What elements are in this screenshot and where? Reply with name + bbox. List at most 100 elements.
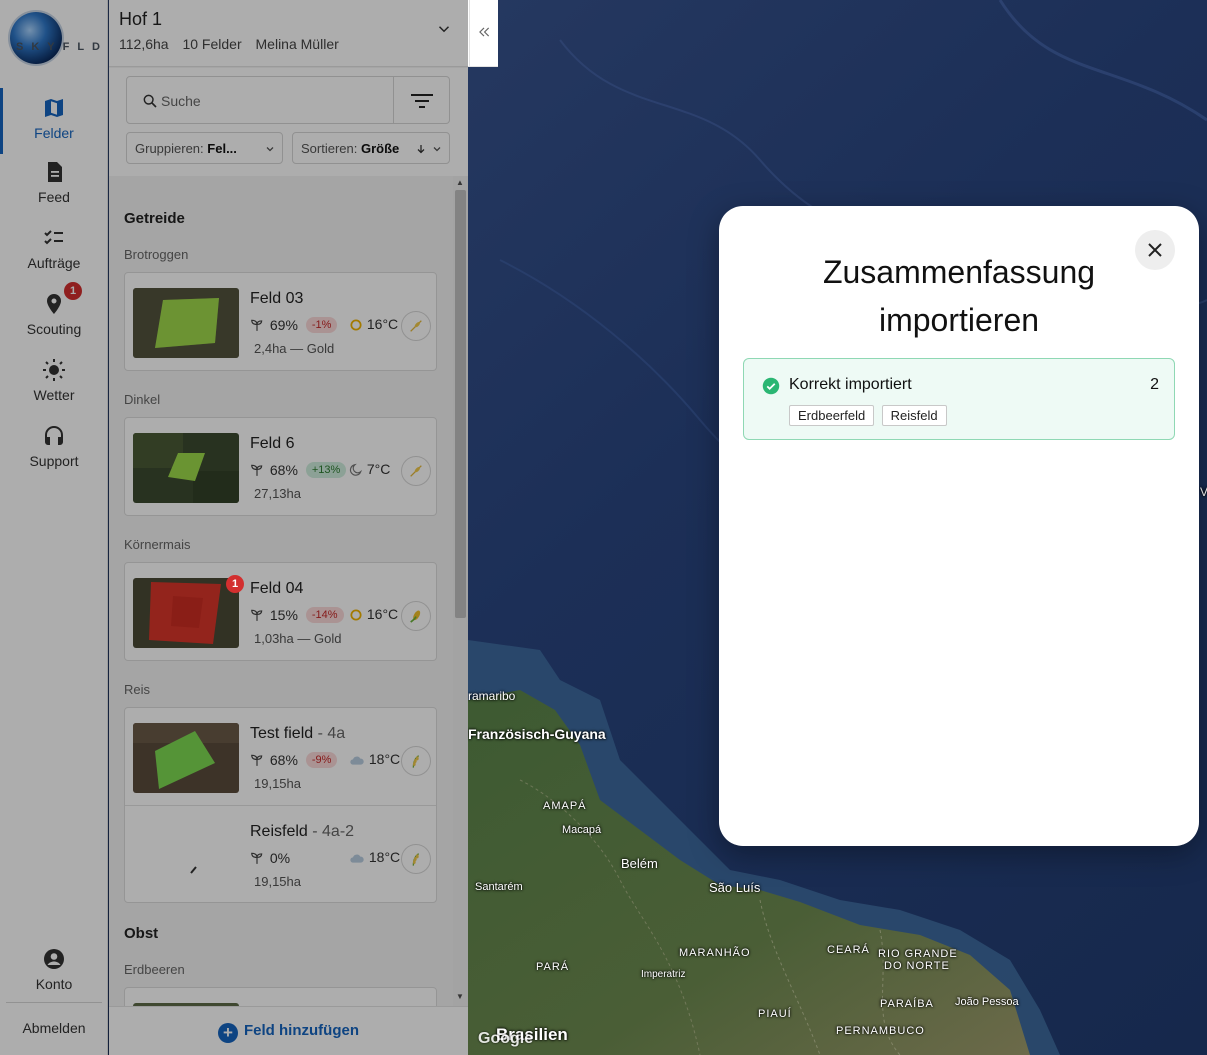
farm-field-count: 10 Felder — [182, 36, 242, 52]
field-stats: 69% -1% — [250, 316, 338, 338]
field-thumbnail — [133, 723, 239, 793]
farm-area: 112,6ha — [119, 36, 169, 52]
field-stats: 68% -9% — [250, 751, 338, 773]
nav-item-scouting[interactable]: 1 Scouting — [0, 282, 108, 354]
field-name: Test field - 4a — [250, 725, 346, 742]
logo[interactable]: SKYFLD — [10, 12, 105, 68]
headset-icon — [45, 426, 63, 445]
chevron-down-icon — [266, 147, 274, 152]
nav-item-felder[interactable]: Felder — [0, 88, 108, 158]
field-card: Feld 6 68% +13% 7°C 27,13ha — [124, 417, 437, 516]
nav-item-konto[interactable]: Konto — [0, 947, 108, 1009]
search-input[interactable] — [161, 89, 381, 113]
group-by-select[interactable]: Gruppieren: Fel... — [126, 132, 283, 164]
map-label: Belém — [621, 856, 658, 871]
list-toolbar: Gruppieren: Fel... Sortieren: Größe — [109, 68, 468, 176]
field-area: 1,03ha — Gold — [254, 631, 342, 646]
farm-header[interactable]: Hof 1 112,6ha 10 Felder Melina Müller — [109, 0, 498, 67]
crop-title: Dinkel — [124, 392, 161, 407]
crop-icon-button — [401, 844, 431, 874]
nav-item-wetter[interactable]: Wetter — [0, 358, 108, 420]
grain-icon — [410, 320, 422, 332]
cloud-icon — [350, 854, 364, 863]
crop-icon-button — [401, 456, 431, 486]
nav-label: Support — [29, 453, 79, 469]
sprout-icon — [251, 755, 263, 767]
crop-icon-button — [401, 601, 431, 631]
imported-field-chips: Erdbeerfeld Reisfeld — [789, 405, 950, 426]
field-row[interactable]: Reisfeld - 4a-2 0% 18°C 19,15ha — [125, 805, 436, 902]
group-by-value: Fel... — [207, 141, 237, 156]
ndvi-delta: +13% — [305, 462, 347, 479]
map-icon — [45, 99, 63, 117]
close-icon — [1148, 243, 1162, 257]
group-title: Obst — [124, 925, 159, 942]
add-field-button[interactable]: + Feld hinzufügen — [109, 1006, 468, 1055]
moon-icon — [349, 464, 362, 476]
logout-button[interactable]: Abmelden — [0, 1020, 108, 1036]
map-label: V — [1200, 485, 1207, 499]
farm-meta: 112,6ha 10 Felder Melina Müller — [119, 36, 349, 52]
nav-item-support[interactable]: Support — [0, 424, 108, 486]
chevron-down-icon[interactable] — [435, 20, 453, 38]
group-by-label: Gruppieren: — [135, 141, 204, 156]
map-label: João Pessoa — [955, 996, 1019, 1008]
map-label: AMAPÁ — [543, 800, 587, 812]
farm-name: Hof 1 — [119, 9, 163, 29]
nav-item-feed[interactable]: Feed — [0, 160, 108, 222]
corn-icon — [410, 610, 421, 623]
sprout-icon — [251, 610, 263, 622]
map-label: Santarém — [475, 881, 523, 893]
scroll-up-arrow-icon[interactable]: ▲ — [456, 178, 464, 187]
field-area: 19,15ha — [254, 874, 301, 889]
temperature: 18°C — [368, 849, 401, 865]
weather: 16°C — [349, 606, 398, 622]
map-label: RIO GRANDE — [878, 948, 958, 960]
field-chip: Erdbeerfeld — [789, 405, 875, 426]
ndvi-value: 68% — [269, 462, 298, 479]
sort-select[interactable]: Sortieren: Größe — [292, 132, 450, 164]
sprout-icon — [251, 465, 263, 477]
nav-item-auftraege[interactable]: Aufträge — [0, 226, 108, 288]
field-thumbnail — [133, 288, 239, 358]
map-label: ramaribo — [468, 689, 516, 703]
location-pin-icon — [47, 294, 61, 314]
field-row[interactable]: Feld 03 69% -1% 16°C 2,4ha — Gold — [125, 273, 436, 370]
account-circle-icon — [44, 949, 64, 969]
sprout-icon — [251, 853, 263, 865]
field-stats: 0% — [250, 849, 290, 871]
field-name: Reisfeld - 4a-2 — [250, 823, 355, 840]
result-label: Korrekt importiert — [789, 376, 912, 393]
result-count: 2 — [1150, 376, 1159, 393]
map-label: PERNAMBUCO — [836, 1025, 925, 1037]
plus-icon: + — [218, 1023, 238, 1043]
field-list[interactable]: Getreide Brotroggen Feld 03 69% -1% 16°C — [109, 176, 452, 1006]
weather: 16°C — [349, 316, 398, 332]
field-name: Feld 04 — [250, 580, 304, 597]
field-chip: Reisfeld — [881, 405, 947, 426]
add-field-label: Feld hinzufügen — [244, 1022, 359, 1039]
nav-label: Scouting — [26, 321, 82, 337]
field-row[interactable]: Feld 6 68% +13% 7°C 27,13ha — [125, 418, 436, 515]
collapse-panel-button[interactable] — [469, 0, 498, 67]
rice-icon — [412, 853, 420, 866]
alert-badge: 1 — [226, 575, 244, 593]
field-row[interactable]: Test field - 4a 68% -9% 18°C 19,15ha — [125, 708, 436, 805]
list-scrollbar[interactable]: ▲ ▼ — [453, 176, 468, 1006]
close-button[interactable] — [1135, 230, 1175, 270]
filter-button[interactable] — [394, 76, 450, 124]
sun-icon — [43, 359, 65, 381]
search-box[interactable] — [126, 76, 394, 124]
sort-label: Sortieren: — [301, 141, 358, 156]
field-row[interactable]: 1 Feld 04 15% -14% 16°C 1,03ha — Gold — [125, 563, 436, 660]
field-area: 19,15ha — [254, 776, 301, 791]
arrow-down-icon — [417, 145, 425, 154]
cloud-icon — [350, 756, 364, 765]
map-label: DO NORTE — [884, 960, 950, 972]
nav-label: Konto — [35, 976, 73, 992]
sprout-icon — [251, 320, 263, 332]
scroll-down-arrow-icon[interactable]: ▼ — [456, 992, 464, 1001]
scrollbar-thumb[interactable] — [455, 190, 466, 618]
crop-title: Körnermais — [124, 537, 191, 552]
grain-icon — [410, 465, 422, 477]
